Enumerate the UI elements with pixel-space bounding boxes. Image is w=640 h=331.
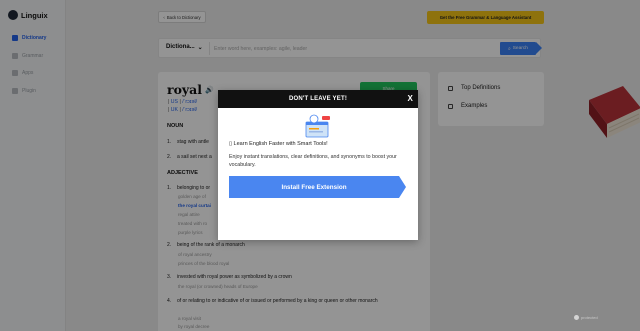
modal-body: Enjoy instant translations, clear defini… — [229, 154, 397, 168]
badge-text: protected — [581, 314, 598, 320]
modal-header: DON'T LEAVE YET! X — [218, 90, 418, 108]
modal-headline: ▯ Learn English Faster with Smart Tools! — [229, 141, 328, 147]
leave-modal: DON'T LEAVE YET! X ▯ Learn English Faste… — [218, 90, 418, 240]
shield-icon — [574, 314, 579, 320]
modal-title: DON'T LEAVE YET! — [288, 96, 348, 102]
extension-illustration — [305, 114, 330, 138]
install-extension-button[interactable]: Install Free Extension — [229, 176, 406, 198]
close-icon[interactable]: X — [407, 90, 413, 108]
recaptcha-badge: protected — [574, 313, 630, 321]
